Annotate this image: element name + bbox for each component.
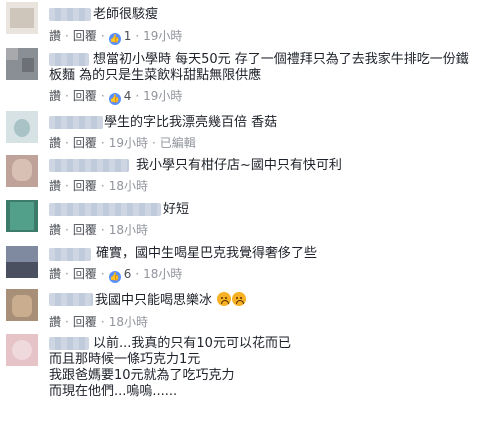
- comment-actions: 讚 · 回覆 · 👍 1 · 19小時: [49, 28, 183, 45]
- reply-button[interactable]: 回覆: [73, 222, 97, 238]
- crying-emoji-icon: [232, 292, 247, 306]
- reply-button[interactable]: 回覆: [73, 178, 97, 194]
- avatar[interactable]: [6, 200, 38, 232]
- like-button[interactable]: 讚: [49, 135, 61, 151]
- crying-emoji-icon: [217, 292, 232, 306]
- commenter-name[interactable]: [49, 203, 161, 216]
- commenter-name[interactable]: [49, 248, 91, 261]
- comment-actions: 讚 · 回覆 · 19小時 · 已編輯: [49, 135, 196, 151]
- comment-text: 以前...我真的只有10元可以花而已 而且那時候一條巧克力1元 我跟爸媽要10元…: [49, 336, 291, 399]
- like-button[interactable]: 讚: [49, 222, 61, 238]
- reply-button[interactable]: 回覆: [73, 135, 97, 151]
- comment-actions: 讚 · 回覆 · 👍 6 · 18小時: [49, 266, 183, 283]
- comment-text: 確實，國中生喝星巴克我覺得奢侈了些: [96, 246, 318, 261]
- like-count[interactable]: 4: [124, 88, 132, 104]
- reply-button[interactable]: 回覆: [73, 266, 97, 282]
- timestamp[interactable]: 18小時: [109, 314, 148, 330]
- avatar[interactable]: [6, 246, 38, 278]
- comment-actions: 讚 · 回覆 · 18小時: [49, 314, 148, 330]
- reply-button[interactable]: 回覆: [73, 314, 97, 330]
- like-count[interactable]: 1: [124, 28, 132, 44]
- like-count-icon: 👍: [108, 33, 121, 45]
- edited-label[interactable]: 已編輯: [160, 135, 196, 151]
- like-count-icon: 👍: [108, 271, 121, 283]
- like-button[interactable]: 讚: [49, 314, 61, 330]
- commenter-name[interactable]: [49, 293, 93, 306]
- avatar[interactable]: [6, 2, 38, 34]
- commenter-name[interactable]: [49, 116, 103, 129]
- commenter-name[interactable]: [49, 159, 129, 172]
- like-count[interactable]: 6: [124, 266, 132, 282]
- avatar[interactable]: [6, 111, 38, 143]
- timestamp[interactable]: 19小時: [143, 88, 182, 104]
- comment-actions: 讚 · 回覆 · 18小時: [49, 178, 148, 194]
- comment-text: 我國中只能喝思樂冰: [95, 292, 489, 309]
- avatar[interactable]: [6, 289, 38, 321]
- like-button[interactable]: 讚: [49, 266, 61, 282]
- timestamp[interactable]: 18小時: [109, 222, 148, 238]
- comment-text: 學生的字比我漂亮幾百倍 香菇: [104, 115, 278, 130]
- comment-actions: 讚 · 回覆 · 👍 4 · 19小時: [49, 88, 183, 105]
- commenter-name[interactable]: [49, 8, 91, 21]
- avatar[interactable]: [6, 48, 38, 80]
- comment-text: 老師很駭瘦: [93, 7, 159, 22]
- timestamp[interactable]: 19小時: [143, 28, 182, 44]
- comments-list: 老師很駭瘦 讚 · 回覆 · 👍 1 · 19小時 想當初小學時 每天50元 存了一個禮拜只為…: [0, 0, 499, 426]
- timestamp[interactable]: 18小時: [143, 266, 182, 282]
- like-button[interactable]: 讚: [49, 28, 61, 44]
- timestamp[interactable]: 19小時: [109, 135, 148, 151]
- like-button[interactable]: 讚: [49, 88, 61, 104]
- avatar[interactable]: [6, 334, 38, 366]
- timestamp[interactable]: 18小時: [109, 178, 148, 194]
- comment-actions: 讚 · 回覆 · 18小時: [49, 222, 148, 238]
- comment-text: 想當初小學時 每天50元 存了一個禮拜只為了去我家牛排吃一份鐵 板麵 為的只是生…: [49, 52, 469, 83]
- reply-button[interactable]: 回覆: [73, 28, 97, 44]
- reply-button[interactable]: 回覆: [73, 88, 97, 104]
- comment-text: 好短: [163, 202, 190, 217]
- avatar[interactable]: [6, 155, 38, 187]
- like-count-icon: 👍: [108, 93, 121, 105]
- like-button[interactable]: 讚: [49, 178, 61, 194]
- comment-text: 我小學只有柑仔店~國中只有快可利: [136, 158, 342, 173]
